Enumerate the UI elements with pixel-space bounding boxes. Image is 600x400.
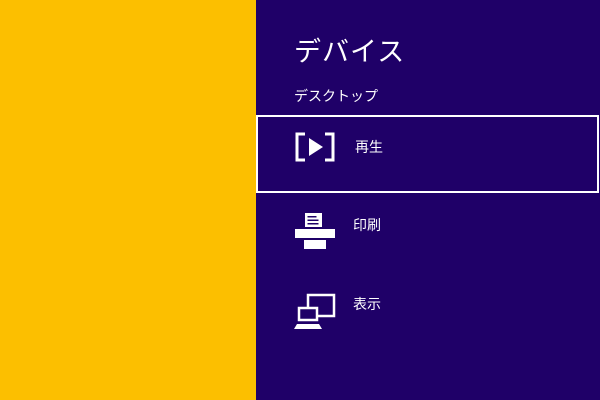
device-item-play[interactable]: 再生 <box>256 115 599 193</box>
play-to-icon <box>295 132 339 172</box>
devices-charm-pane: デバイス デスクトップ 再生 印刷 表示 <box>256 0 600 400</box>
device-item-project[interactable]: 表示 <box>256 272 600 350</box>
device-item-label: 印刷 <box>353 218 381 234</box>
printer-icon <box>293 211 337 251</box>
device-item-label: 表示 <box>353 297 381 313</box>
desktop-background[interactable] <box>0 0 256 400</box>
pane-title: デバイス <box>294 37 406 68</box>
device-item-print[interactable]: 印刷 <box>256 193 600 271</box>
project-screen-icon <box>293 292 337 332</box>
pane-subtitle: デスクトップ <box>294 89 378 105</box>
device-item-label: 再生 <box>355 140 383 156</box>
